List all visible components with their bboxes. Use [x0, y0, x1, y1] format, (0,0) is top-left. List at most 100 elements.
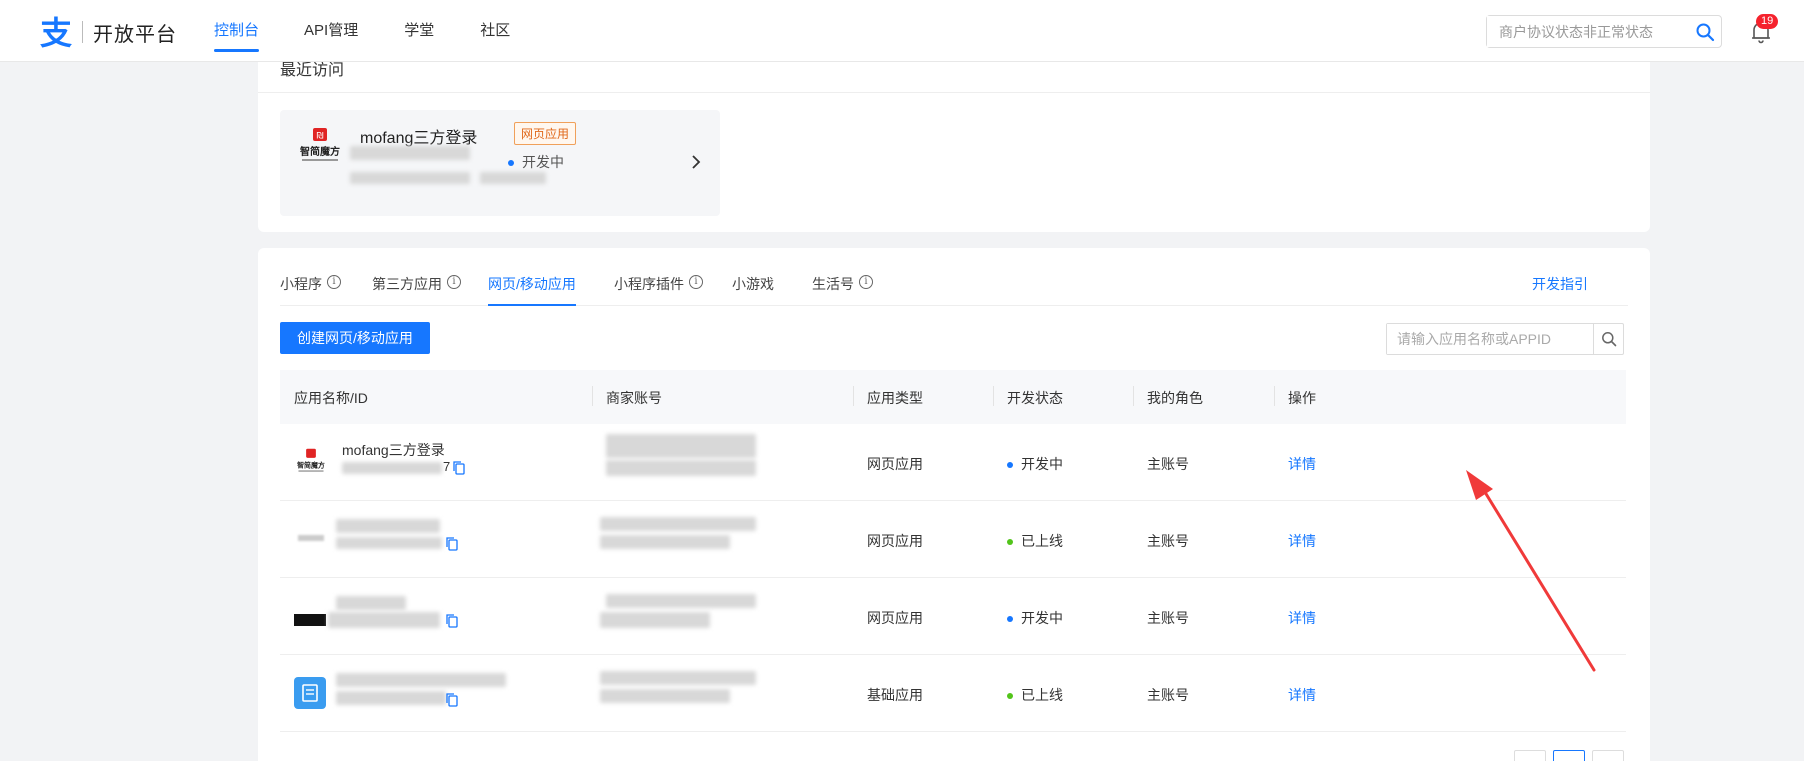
app-logo-icon: 智简魔方	[297, 448, 325, 472]
app-logo	[294, 614, 326, 626]
redacted-merchant-account	[606, 594, 756, 608]
my-role: 主账号	[1147, 456, 1189, 472]
column-header: 应用名称/ID	[294, 390, 368, 406]
copy-icon[interactable]	[446, 693, 458, 707]
redacted-app-id	[336, 691, 446, 705]
nav-api-management[interactable]: API管理	[304, 0, 358, 62]
info-icon: i	[689, 275, 703, 289]
detail-link[interactable]: 详情	[1288, 608, 1316, 628]
column-divider	[1133, 386, 1134, 406]
dev-status: 开发中	[1007, 454, 1063, 474]
tab-web-mobile-app[interactable]: 网页/移动应用	[488, 274, 576, 306]
tab-mini-program[interactable]: 小程序 i	[280, 274, 341, 306]
tab-mini-game[interactable]: 小游戏	[732, 274, 774, 306]
pagination-next[interactable]	[1592, 750, 1624, 761]
search-icon	[1601, 332, 1616, 347]
info-icon: i	[447, 275, 461, 289]
status-dot	[1007, 539, 1013, 546]
tab-life-account[interactable]: 生活号 i	[812, 274, 873, 306]
pagination-prev[interactable]	[1514, 750, 1546, 761]
my-role: 主账号	[1147, 533, 1189, 549]
nav-academy[interactable]: 学堂	[404, 0, 434, 62]
redacted-app-id	[350, 146, 470, 160]
info-icon: i	[859, 275, 873, 289]
svg-text:智简魔方: 智简魔方	[297, 461, 325, 470]
top-navigation-bar: 支 开放平台 控制台 API管理 学堂 社区 19	[0, 0, 1804, 62]
dev-status: 已上线	[1007, 531, 1063, 551]
table-header: 应用名称/ID 商家账号 应用类型 开发状态 我的角色 操作	[280, 370, 1626, 424]
table-row: 网页应用 开发中 主账号 详情	[280, 578, 1626, 655]
column-divider	[592, 386, 593, 406]
app-type-tag: 网页应用	[514, 122, 577, 145]
detail-link[interactable]: 详情	[1288, 685, 1316, 705]
apps-card: 小程序 i 第三方应用 i 网页/移动应用 小程序插件 i 小游戏 生活号 i 开发指引…	[258, 248, 1650, 761]
recent-app-name: mofang三方登录	[360, 130, 478, 147]
create-web-mobile-app-button[interactable]: 创建网页/移动应用	[280, 322, 430, 354]
status-dot	[1007, 616, 1013, 623]
column-divider	[853, 386, 854, 406]
my-role: 主账号	[1147, 687, 1189, 703]
redacted-merchant-account	[600, 535, 730, 549]
copy-icon[interactable]	[446, 614, 458, 628]
chevron-right-icon[interactable]	[690, 154, 702, 170]
redacted-app-id	[336, 537, 442, 549]
app-type: 网页应用	[867, 610, 923, 626]
table-row: 智简魔方 mofang三方登录 7 网页应用 开发中 主账号 详情	[280, 424, 1626, 501]
app-search-input[interactable]	[1387, 324, 1587, 354]
copy-icon[interactable]	[453, 461, 465, 475]
table-row: 基础应用 已上线 主账号 详情	[280, 655, 1626, 732]
column-header: 应用类型	[867, 390, 923, 406]
column-header: 开发状态	[1007, 390, 1063, 406]
detail-link[interactable]: 详情	[1288, 531, 1316, 551]
app-id-suffix: 7	[443, 459, 451, 474]
divider	[258, 92, 1650, 93]
table-row: 网页应用 已上线 主账号 详情	[280, 501, 1626, 578]
global-search-input[interactable]	[1487, 16, 1677, 47]
pagination-page[interactable]	[1553, 750, 1585, 761]
redacted-merchant-account	[600, 689, 730, 703]
redacted-merchant-account	[606, 434, 756, 458]
document-app-icon	[294, 677, 326, 709]
alipay-logo-icon: 支	[40, 14, 72, 50]
detail-link[interactable]: 详情	[1288, 454, 1316, 474]
svg-text:₪: ₪	[316, 132, 323, 142]
redacted-text	[350, 172, 470, 184]
app-name: mofang三方登录	[342, 442, 445, 458]
svg-text:智简魔方: 智简魔方	[300, 145, 340, 158]
dev-guide-link[interactable]: 开发指引	[1532, 274, 1588, 294]
recent-visits-card: 最近访问 ₪ 智简魔方 mofang三方登录 网页应用 开发中	[258, 54, 1650, 232]
status-dot	[508, 160, 514, 167]
svg-text:支: 支	[40, 14, 72, 50]
app-type: 网页应用	[867, 533, 923, 549]
status-dot	[1007, 693, 1013, 700]
app-category-tabs: 小程序 i 第三方应用 i 网页/移动应用 小程序插件 i 小游戏 生活号 i 开发指引	[280, 248, 1628, 306]
app-search-button[interactable]	[1593, 324, 1623, 354]
logo-divider	[82, 21, 83, 43]
app-type: 基础应用	[867, 687, 923, 703]
logo[interactable]: 支 开放平台	[38, 14, 177, 50]
column-divider	[993, 386, 994, 406]
copy-icon[interactable]	[446, 537, 458, 551]
redacted-app-name	[336, 596, 406, 610]
nav-community[interactable]: 社区	[480, 0, 510, 62]
recent-app-item[interactable]: ₪ 智简魔方 mofang三方登录 网页应用 开发中	[280, 110, 720, 216]
notification-badge: 19	[1756, 14, 1779, 29]
search-icon[interactable]	[1695, 22, 1715, 42]
tab-mini-program-plugin[interactable]: 小程序插件 i	[614, 274, 703, 306]
redacted-merchant-account	[600, 671, 756, 685]
dev-status: 开发中	[1007, 608, 1063, 628]
column-divider	[1274, 386, 1275, 406]
redacted-app-name	[336, 519, 440, 533]
column-header: 商家账号	[606, 390, 662, 406]
dev-status: 已上线	[1007, 685, 1063, 705]
redacted-merchant-account	[600, 517, 756, 531]
main-nav: 控制台 API管理 学堂 社区	[214, 0, 510, 62]
info-icon: i	[327, 275, 341, 289]
tab-third-party-app[interactable]: 第三方应用 i	[372, 274, 461, 306]
column-header: 操作	[1288, 390, 1316, 406]
app-logo-icon: ₪ 智简魔方	[300, 128, 340, 161]
app-logo	[298, 535, 324, 541]
nav-console[interactable]: 控制台	[214, 0, 260, 62]
app-type: 网页应用	[867, 456, 923, 472]
app-search	[1386, 323, 1624, 355]
